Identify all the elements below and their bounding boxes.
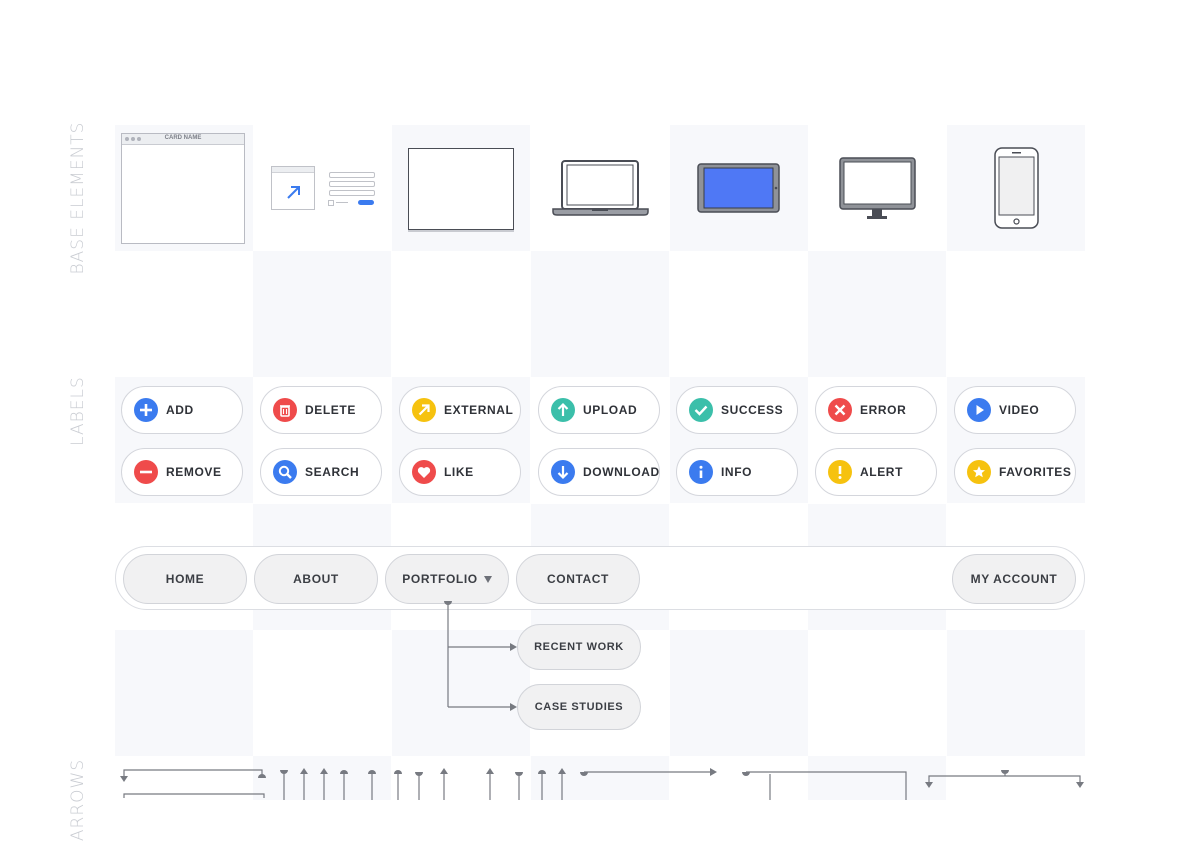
monitor-icon <box>839 157 916 219</box>
x-icon <box>828 398 852 422</box>
grid-cell <box>670 630 808 756</box>
label-button-delete[interactable]: DELETE <box>260 386 382 434</box>
frame-element <box>408 148 514 230</box>
label-button-text: DOWNLOAD <box>583 465 660 479</box>
grid-cell <box>115 630 253 756</box>
upload-arrow-icon <box>551 398 575 422</box>
label-button-text: INFO <box>721 465 753 479</box>
external-arrow-icon <box>287 186 300 199</box>
label-button-text: REMOVE <box>166 465 222 479</box>
nav-my-account-button[interactable]: MY ACCOUNT <box>952 554 1076 604</box>
form-line <box>329 172 375 178</box>
grid-cell <box>531 251 669 377</box>
label-button-error[interactable]: ERROR <box>815 386 937 434</box>
nav-contact-button[interactable]: CONTACT <box>516 554 640 604</box>
arrows-section <box>120 768 1084 800</box>
label-button-alert[interactable]: ALERT <box>815 448 937 496</box>
label-button-text: ERROR <box>860 403 907 417</box>
label-button-text: VIDEO <box>999 403 1040 417</box>
label-button-add[interactable]: ADD <box>121 386 243 434</box>
search-icon <box>273 460 297 484</box>
label-button-text: EXTERNAL <box>444 403 514 417</box>
grid-cell <box>808 251 946 377</box>
download-arrow-icon <box>551 460 575 484</box>
card-element: CARD NAME <box>121 133 245 244</box>
label-button-text: ADD <box>166 403 194 417</box>
label-button-success[interactable]: SUCCESS <box>676 386 798 434</box>
nav-home-button[interactable]: HOME <box>123 554 247 604</box>
label-button-text: LIKE <box>444 465 474 479</box>
star-icon <box>967 460 991 484</box>
label-button-favorites[interactable]: FAVORITES <box>954 448 1076 496</box>
label-button-external[interactable]: EXTERNAL <box>399 386 521 434</box>
submit-button-shape <box>358 200 374 205</box>
nav-portfolio-label: PORTFOLIO <box>402 572 478 586</box>
check-icon <box>689 398 713 422</box>
label-button-download[interactable]: DOWNLOAD <box>538 448 660 496</box>
label-button-text: FAVORITES <box>999 465 1072 479</box>
link-card-element <box>271 166 315 210</box>
section-label-base-elements: BASE ELEMENTS <box>68 121 88 275</box>
label-button-search[interactable]: SEARCH <box>260 448 382 496</box>
plus-icon <box>134 398 158 422</box>
play-icon <box>967 398 991 422</box>
external-arrow-icon <box>412 398 436 422</box>
laptop-icon <box>552 160 649 216</box>
label-button-like[interactable]: LIKE <box>399 448 521 496</box>
grid-cell <box>253 251 391 377</box>
label-button-video[interactable]: VIDEO <box>954 386 1076 434</box>
grid-cell <box>947 630 1085 756</box>
submenu-connector <box>444 601 517 711</box>
heart-icon <box>412 460 436 484</box>
label-button-text: SEARCH <box>305 465 360 479</box>
tablet-icon <box>697 163 780 213</box>
label-button-text: ALERT <box>860 465 903 479</box>
nav-about-button[interactable]: ABOUT <box>254 554 378 604</box>
info-icon <box>689 460 713 484</box>
section-label-labels: LABELS <box>68 376 88 446</box>
nav-portfolio-button[interactable]: PORTFOLIO <box>385 554 509 604</box>
trash-icon <box>273 398 297 422</box>
label-button-upload[interactable]: UPLOAD <box>538 386 660 434</box>
card-name-label: CARD NAME <box>164 135 202 141</box>
phone-icon <box>994 147 1039 229</box>
chevron-down-icon <box>483 575 492 583</box>
label-button-text: UPLOAD <box>583 403 638 417</box>
label-button-text: SUCCESS <box>721 403 784 417</box>
label-button-text: DELETE <box>305 403 356 417</box>
minus-icon <box>134 460 158 484</box>
submenu-case-studies[interactable]: CASE STUDIES <box>517 684 641 730</box>
alert-icon <box>828 460 852 484</box>
label-button-info[interactable]: INFO <box>676 448 798 496</box>
card-titlebar: CARD NAME <box>122 134 244 145</box>
checkbox-shape <box>328 200 334 206</box>
form-line <box>336 202 348 203</box>
label-button-remove[interactable]: REMOVE <box>121 448 243 496</box>
submenu-recent-work[interactable]: RECENT WORK <box>517 624 641 670</box>
form-line <box>329 181 375 187</box>
form-line <box>329 190 375 196</box>
